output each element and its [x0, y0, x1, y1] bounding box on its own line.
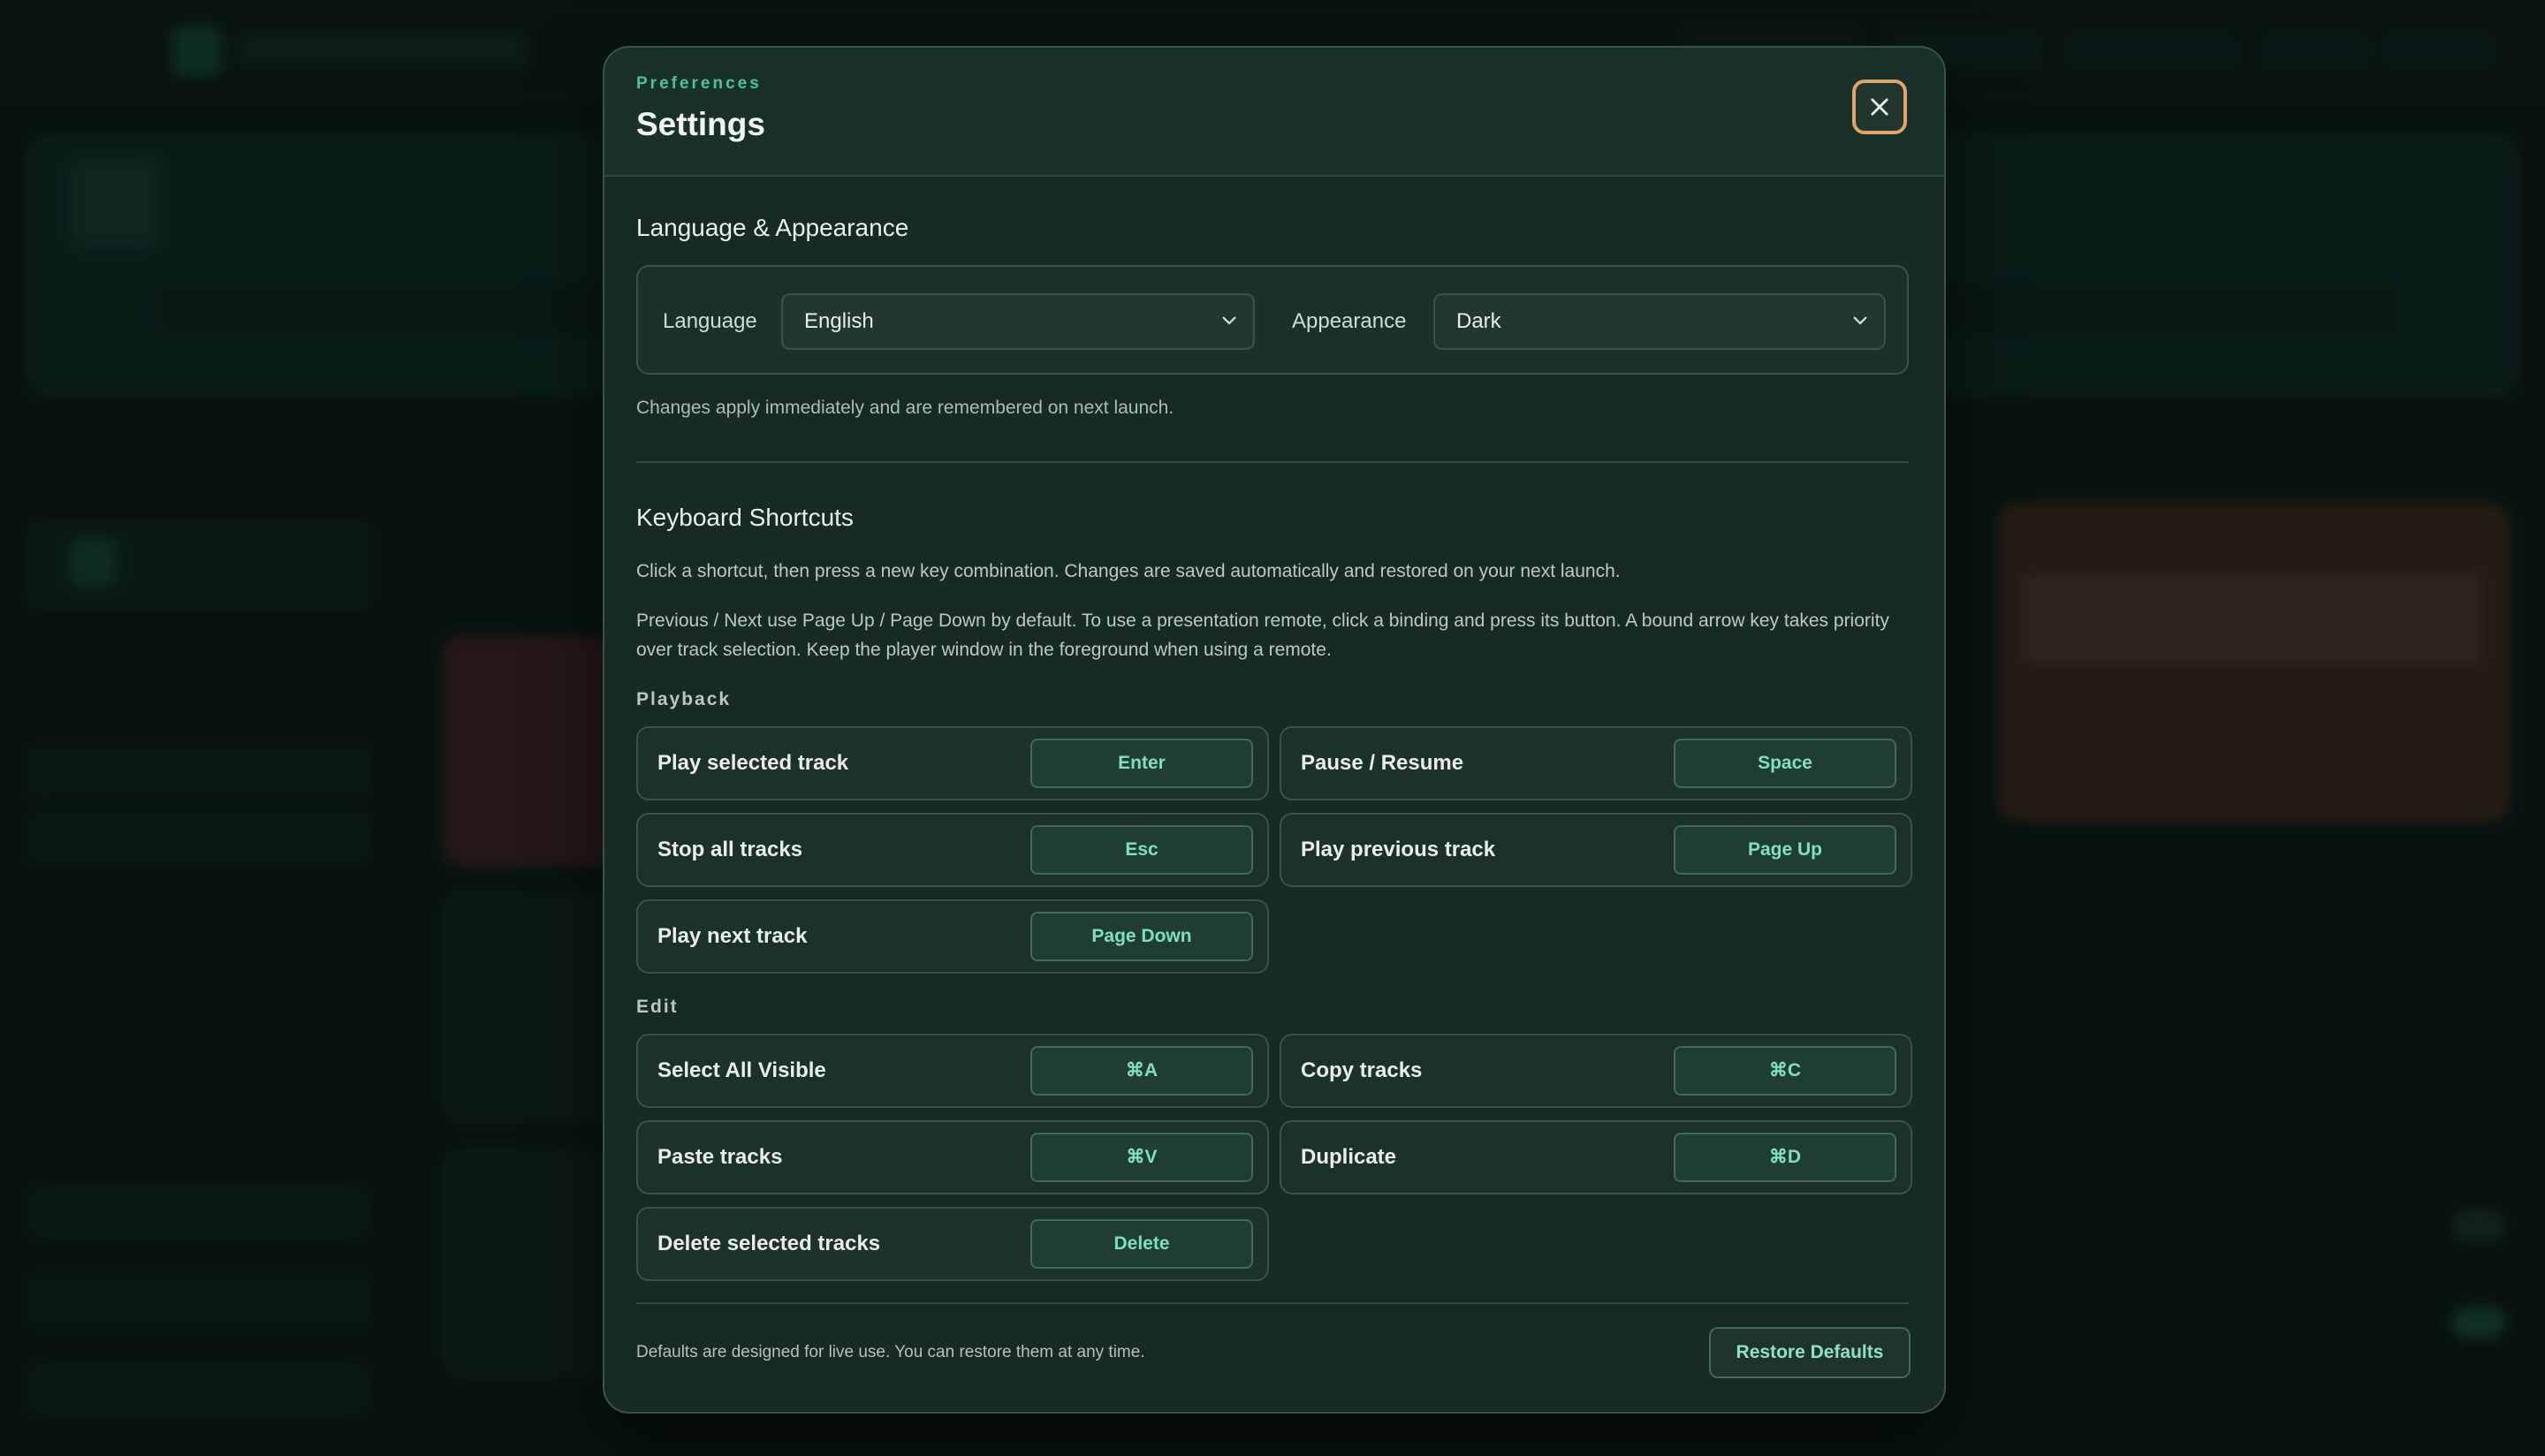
language-select[interactable]: English — [781, 293, 1255, 350]
settings-dialog: Preferences Settings Language & Appearan… — [603, 46, 1946, 1414]
appearance-note: Changes apply immediately and are rememb… — [636, 398, 1174, 418]
shortcut-binding-button[interactable]: Esc — [1030, 825, 1253, 875]
shortcut-pause-resume: Pause / Resume Space — [1280, 726, 1912, 800]
shortcut-select-all-visible: Select All Visible ⌘A — [636, 1034, 1269, 1108]
chevron-down-icon — [1853, 316, 1867, 325]
shortcuts-intro: Click a shortcut, then press a new key c… — [636, 561, 1621, 581]
close-button[interactable] — [1852, 80, 1907, 134]
shortcuts-remote-note: Previous / Next use Page Up / Page Down … — [636, 610, 1889, 660]
section-divider — [636, 461, 1909, 463]
keyboard-shortcuts-heading: Keyboard Shortcuts — [636, 504, 854, 531]
shortcut-binding-button[interactable]: Space — [1674, 739, 1896, 788]
shortcut-binding-button[interactable]: ⌘D — [1674, 1133, 1896, 1182]
shortcut-binding-button[interactable]: ⌘C — [1674, 1046, 1896, 1096]
shortcut-name: Play next track — [657, 924, 808, 948]
language-label: Language — [663, 309, 757, 333]
shortcut-name: Duplicate — [1301, 1145, 1397, 1169]
shortcut-name: Delete selected tracks — [657, 1232, 881, 1255]
shortcut-name: Paste tracks — [657, 1145, 783, 1169]
shortcut-copy-tracks: Copy tracks ⌘C — [1280, 1034, 1912, 1108]
shortcut-binding-button[interactable]: Delete — [1030, 1219, 1253, 1269]
language-appearance-panel: Language English Appearance Dark — [636, 265, 1909, 375]
playback-group-label: Playback — [636, 689, 732, 709]
shortcut-play-previous-track: Play previous track Page Up — [1280, 813, 1912, 887]
shortcut-name: Play selected track — [657, 751, 849, 775]
dialog-header: Preferences Settings — [604, 48, 1944, 177]
shortcut-binding-button[interactable]: Page Down — [1030, 912, 1253, 961]
close-icon — [1871, 98, 1888, 116]
restore-defaults-button[interactable]: Restore Defaults — [1709, 1327, 1911, 1378]
shortcut-name: Stop all tracks — [657, 838, 803, 861]
shortcut-name: Select All Visible — [657, 1058, 826, 1082]
shortcut-binding-button[interactable]: Page Up — [1674, 825, 1896, 875]
footer-note: Defaults are designed for live use. You … — [636, 1343, 1145, 1361]
appearance-select[interactable]: Dark — [1433, 293, 1886, 350]
language-appearance-heading: Language & Appearance — [636, 214, 909, 241]
shortcut-play-next-track: Play next track Page Down — [636, 899, 1269, 974]
shortcut-duplicate: Duplicate ⌘D — [1280, 1120, 1912, 1194]
shortcut-name: Play previous track — [1301, 838, 1496, 861]
language-value: English — [804, 309, 874, 333]
shortcut-binding-button[interactable]: Enter — [1030, 739, 1253, 788]
appearance-value: Dark — [1456, 309, 1501, 333]
shortcut-delete-selected-tracks: Delete selected tracks Delete — [636, 1207, 1269, 1281]
dialog-title: Settings — [636, 106, 765, 142]
footer-divider — [636, 1302, 1909, 1304]
shortcut-binding-button[interactable]: ⌘V — [1030, 1133, 1253, 1182]
chevron-down-icon — [1222, 316, 1236, 325]
edit-group-label: Edit — [636, 997, 679, 1017]
appearance-label: Appearance — [1292, 309, 1407, 333]
shortcut-play-selected-track: Play selected track Enter — [636, 726, 1269, 800]
shortcut-stop-all-tracks: Stop all tracks Esc — [636, 813, 1269, 887]
shortcut-binding-button[interactable]: ⌘A — [1030, 1046, 1253, 1096]
shortcut-paste-tracks: Paste tracks ⌘V — [636, 1120, 1269, 1194]
dialog-eyebrow: Preferences — [636, 74, 762, 93]
shortcut-name: Pause / Resume — [1301, 751, 1464, 775]
shortcut-name: Copy tracks — [1301, 1058, 1423, 1082]
